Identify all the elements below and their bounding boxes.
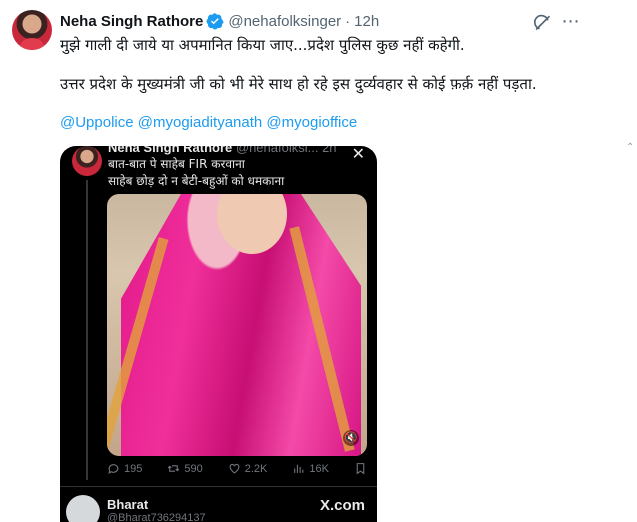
embedded-avatar — [72, 146, 102, 176]
embedded-author-name: Neha Singh Rathore — [108, 146, 233, 155]
embedded-action-bar: 195 590 2.2K 16K — [107, 462, 367, 475]
reply-icon — [108, 464, 119, 474]
close-icon[interactable]: ✕ — [352, 146, 365, 164]
scrollbar-chevron-icon[interactable]: ⌃ — [626, 142, 637, 156]
bookmark-icon — [356, 463, 365, 475]
author-avatar[interactable] — [12, 10, 52, 50]
embedded-header: Neha Singh Rathore @nehafolksi... 2h — [108, 146, 337, 155]
verified-badge-icon — [206, 13, 224, 30]
video-player[interactable]: 🔇 — [107, 194, 367, 456]
separator: · — [345, 12, 351, 30]
bookmark-button[interactable] — [354, 462, 367, 475]
retweet-count: 590 — [184, 462, 203, 475]
reply-button[interactable]: 195 — [107, 462, 142, 475]
embedded-media-card[interactable]: Neha Singh Rathore @nehafolksi... 2h ✕ ब… — [60, 146, 377, 522]
author-handle[interactable]: @nehafolksinger — [228, 13, 341, 30]
mention-link[interactable]: @Uppolice — [60, 114, 134, 131]
embedded-author-handle: @nehafolksi... — [235, 146, 319, 155]
footer-site: X.com — [320, 497, 365, 514]
tweet-header: Neha Singh Rathore @nehafolksinger · 12h — [60, 11, 379, 31]
views-icon — [294, 464, 304, 473]
grok-icon[interactable] — [532, 12, 552, 32]
tweet: Neha Singh Rathore @nehafolksinger · 12h… — [0, 0, 637, 522]
author-name[interactable]: Neha Singh Rathore — [60, 13, 203, 30]
views-button[interactable]: 16K — [292, 462, 329, 475]
footer-avatar — [66, 495, 100, 522]
retweet-icon — [168, 465, 180, 472]
views-count: 16K — [309, 462, 329, 475]
retweet-button[interactable]: 590 — [167, 462, 203, 475]
like-icon — [229, 463, 240, 474]
tweet-mentions: @Uppolice @myogiadityanath @myogioffice — [60, 113, 357, 133]
like-count: 2.2K — [244, 462, 268, 475]
mention-link[interactable]: @myogiadityanath — [138, 114, 262, 131]
volume-icon[interactable]: 🔇 — [343, 430, 359, 446]
footer-site-label: X.com — [319, 497, 365, 514]
link-card-footer[interactable]: Bharat @Bharat736294137 X.com — [60, 486, 377, 522]
tweet-text-line1: मुझे गाली दी जाये या अपमानित किया जाए...… — [60, 36, 465, 54]
footer-name: Bharat — [107, 497, 149, 512]
like-button[interactable]: 2.2K — [228, 462, 268, 475]
embedded-caption-line1: बात-बात पे साहेब FIR करवाना — [108, 157, 245, 171]
more-icon[interactable]: ⋯ — [560, 12, 580, 30]
thread-line — [86, 180, 88, 480]
embedded-time: 2h — [322, 146, 337, 155]
reply-count: 195 — [124, 462, 143, 475]
mention-link[interactable]: @myogioffice — [266, 114, 357, 131]
footer-handle: @Bharat736294137 — [107, 512, 206, 522]
tweet-text-line2: उत्तर प्रदेश के मुख्यमंत्री जी को भी मेर… — [60, 75, 537, 93]
embedded-caption-line2: साहेब छोड़ दो न बेटी-बहुओं को धमकाना — [108, 174, 285, 188]
tweet-time[interactable]: 12h — [354, 13, 379, 30]
